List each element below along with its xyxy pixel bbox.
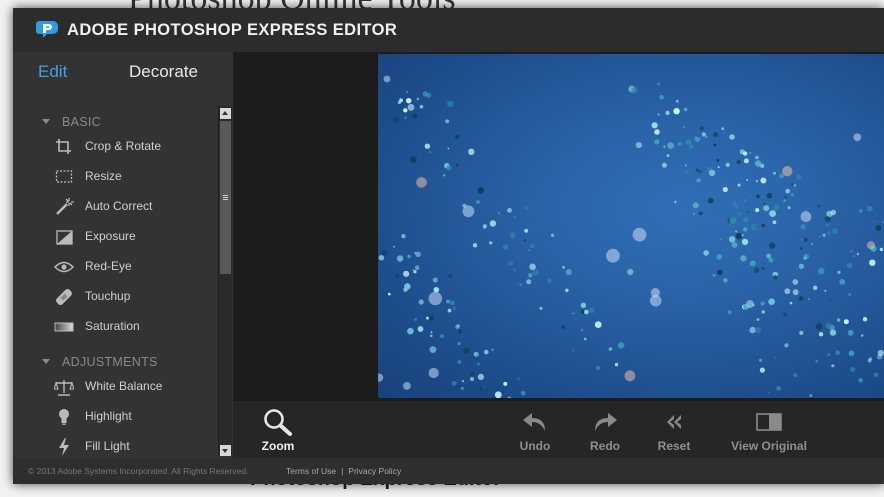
tool-label: Red-Eye bbox=[85, 259, 132, 273]
balance-scale-icon bbox=[53, 377, 75, 397]
view-original-label: View Original bbox=[731, 439, 807, 453]
tool-label: Saturation bbox=[85, 319, 140, 333]
tool-label: Crop & Rotate bbox=[85, 139, 162, 153]
view-original-button[interactable]: View Original bbox=[730, 409, 808, 453]
tool-resize[interactable]: Resize bbox=[53, 164, 218, 190]
redo-button[interactable]: Redo bbox=[589, 409, 621, 453]
tool-label: Fill Light bbox=[85, 439, 130, 453]
tool-fill-light[interactable]: Fill Light bbox=[53, 434, 218, 460]
lightning-icon bbox=[53, 437, 75, 457]
redo-label: Redo bbox=[590, 439, 620, 453]
tool-highlight[interactable]: Highlight bbox=[53, 404, 218, 430]
terms-of-use-link[interactable]: Terms of Use bbox=[286, 466, 336, 476]
privacy-policy-link[interactable]: Privacy Policy bbox=[348, 466, 401, 476]
tool-label: White Balance bbox=[85, 379, 163, 393]
tools-sidebar: Edit Decorate BASIC Crop & Rotate Resize… bbox=[13, 52, 233, 458]
tool-label: Exposure bbox=[85, 229, 136, 243]
footer: © 2013 Adobe Systems Incorporated. All R… bbox=[13, 458, 884, 484]
rewind-icon bbox=[656, 409, 692, 435]
scroll-up-arrow-icon[interactable] bbox=[220, 108, 231, 119]
magic-wand-icon bbox=[53, 197, 75, 217]
tool-saturation[interactable]: Saturation bbox=[53, 314, 218, 340]
eye-icon bbox=[53, 257, 75, 277]
zoom-label: Zoom bbox=[261, 439, 295, 453]
grip-icon bbox=[223, 195, 228, 201]
section-adjustments-header[interactable]: ADJUSTMENTS bbox=[42, 355, 158, 369]
water-drops-image bbox=[378, 75, 884, 398]
tool-exposure[interactable]: Exposure bbox=[53, 224, 218, 250]
collapse-triangle-icon bbox=[42, 359, 50, 364]
scrollbar-thumb[interactable] bbox=[220, 121, 231, 274]
compare-icon bbox=[730, 409, 808, 435]
tool-white-balance[interactable]: White Balance bbox=[53, 374, 218, 400]
tool-red-eye[interactable]: Red-Eye bbox=[53, 254, 218, 280]
zoom-button[interactable]: Zoom bbox=[261, 409, 295, 453]
section-basic-header[interactable]: BASIC bbox=[42, 115, 102, 129]
copyright-text: © 2013 Adobe Systems Incorporated. All R… bbox=[28, 466, 249, 476]
reset-label: Reset bbox=[657, 439, 691, 453]
undo-button[interactable]: Undo bbox=[519, 409, 551, 453]
footer-links: Terms of Use | Privacy Policy bbox=[286, 458, 401, 484]
tool-label: Highlight bbox=[85, 409, 132, 423]
section-label: BASIC bbox=[62, 115, 102, 129]
magnifier-icon bbox=[261, 409, 295, 436]
section-label: ADJUSTMENTS bbox=[62, 355, 158, 369]
tool-label: Auto Correct bbox=[85, 199, 153, 213]
app-title: ADOBE PHOTOSHOP EXPRESS EDITOR bbox=[67, 21, 398, 39]
image-canvas[interactable] bbox=[233, 52, 884, 400]
tool-crop-rotate[interactable]: Crop & Rotate bbox=[53, 134, 218, 160]
bandage-icon bbox=[53, 287, 75, 307]
tool-label: Resize bbox=[85, 169, 122, 183]
reset-button[interactable]: Reset bbox=[656, 409, 692, 453]
tab-edit[interactable]: Edit bbox=[38, 62, 67, 82]
redo-arrow-icon bbox=[589, 409, 621, 435]
saturation-icon bbox=[53, 317, 75, 337]
sidebar-scrollbar[interactable] bbox=[218, 106, 232, 456]
footer-separator: | bbox=[341, 466, 344, 476]
tab-decorate[interactable]: Decorate bbox=[129, 62, 198, 82]
tool-label: Touchup bbox=[85, 289, 131, 303]
undo-arrow-icon bbox=[519, 409, 551, 435]
photoshop-express-editor-window: ADOBE PHOTOSHOP EXPRESS EDITOR Edit Deco… bbox=[13, 8, 884, 484]
title-bar: ADOBE PHOTOSHOP EXPRESS EDITOR bbox=[13, 8, 884, 53]
edited-photo[interactable] bbox=[378, 54, 884, 398]
exposure-icon bbox=[53, 227, 75, 247]
undo-label: Undo bbox=[519, 439, 551, 453]
collapse-triangle-icon bbox=[42, 119, 50, 124]
photoshop-express-logo-icon bbox=[36, 21, 58, 38]
crop-icon bbox=[53, 137, 75, 157]
lightbulb-icon bbox=[53, 407, 75, 427]
tool-auto-correct[interactable]: Auto Correct bbox=[53, 194, 218, 220]
scroll-down-arrow-icon[interactable] bbox=[220, 445, 231, 456]
resize-icon bbox=[53, 167, 75, 187]
bottom-toolbar: Zoom Undo Redo Reset View Original bbox=[233, 400, 884, 459]
tool-touchup[interactable]: Touchup bbox=[53, 284, 218, 310]
